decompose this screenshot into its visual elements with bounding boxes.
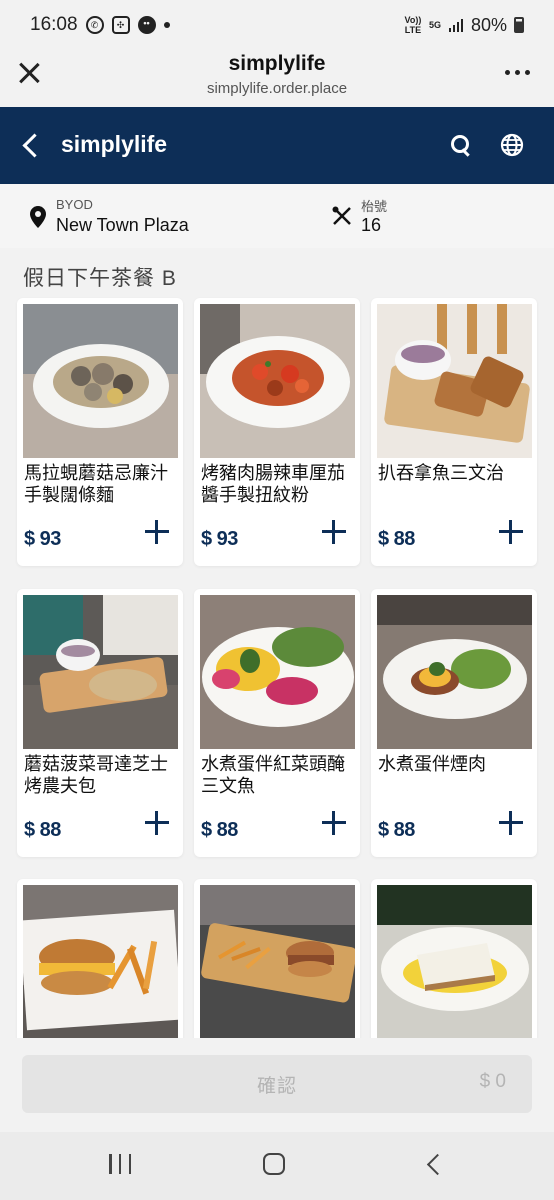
status-bar: 16:08 ✆ ✣ •• Vo)) LTE 5G 80% <box>0 0 554 50</box>
browser-title: simplylife <box>228 52 326 75</box>
item-price: $ 88 <box>378 819 415 841</box>
table-number: 16 <box>361 215 382 235</box>
food-image <box>200 595 355 749</box>
item-name: 扒吞拿魚三文治 <box>378 463 504 483</box>
menu-item-card[interactable]: 水煮蛋伴紅菜頭醃三文魚 $ 88 <box>194 589 360 857</box>
store-name: New Town Plaza <box>56 215 189 235</box>
browser-url: simplylife.order.place <box>206 80 348 97</box>
battery-percent: 80% <box>470 14 507 35</box>
item-price: $ 93 <box>24 528 61 550</box>
section-title: 假日下午茶餐 B <box>23 267 177 290</box>
menu-item-card[interactable]: 扒吞拿魚三文治 $ 88 <box>371 298 537 566</box>
confirm-label: 確認 <box>256 1076 297 1097</box>
back-icon[interactable] <box>20 131 44 159</box>
plus-icon[interactable] <box>499 811 523 835</box>
menu-item-card[interactable]: 蘑菇菠菜哥達芝士烤農夫包 $ 88 <box>17 589 183 857</box>
item-price: $ 88 <box>201 819 238 841</box>
food-image <box>200 304 355 458</box>
menu-item-card[interactable] <box>17 879 183 1038</box>
menu-item-card[interactable]: 烤豬肉腸辣車厘茄醬手製扭紋粉 $ 93 <box>194 298 360 566</box>
food-image <box>377 304 532 458</box>
cutlery-icon <box>332 206 351 225</box>
confirm-area: 確認 $ 0 <box>0 1038 554 1132</box>
menu-content: 假日下午茶餐 B 馬拉蜆蘑菇忌廉汁手製闊條麵 $ 93 烤豬肉腸辣車厘茄醬手製扭… <box>0 248 554 1038</box>
item-name: 水煮蛋伴煙肉 <box>378 754 486 774</box>
plus-icon[interactable] <box>499 520 523 544</box>
more-icon[interactable] <box>505 70 530 75</box>
network-indicator: 5G <box>428 20 441 30</box>
app-header: simplylife <box>0 107 554 184</box>
food-image <box>377 595 532 749</box>
item-name: 馬拉蜆蘑菇忌廉汁手製闊條麵 <box>24 463 168 505</box>
volte-indicator: Vo)) LTE <box>404 15 422 35</box>
item-price: $ 88 <box>24 819 61 841</box>
item-price: $ 93 <box>201 528 238 550</box>
globe-icon[interactable] <box>500 133 524 157</box>
menu-item-card[interactable]: 馬拉蜆蘑菇忌廉汁手製闊條麵 $ 93 <box>17 298 183 566</box>
item-price: $ 88 <box>378 528 415 550</box>
status-time: 16:08 <box>30 14 78 35</box>
menu-item-card[interactable] <box>194 879 360 1038</box>
signal-icon <box>448 19 463 32</box>
menu-item-card[interactable]: 水煮蛋伴煙肉 $ 88 <box>371 589 537 857</box>
item-name: 蘑菇菠菜哥達芝士烤農夫包 <box>24 754 168 796</box>
browser-bar: simplylife simplylife.order.place <box>0 50 554 107</box>
plus-icon[interactable] <box>322 811 346 835</box>
app-name: simplylife <box>61 131 168 157</box>
food-image <box>377 885 532 1038</box>
order-total: $ 0 <box>479 1071 506 1092</box>
food-image <box>23 595 178 749</box>
home-icon[interactable] <box>263 1153 285 1175</box>
order-info-bar: BYOD New Town Plaza 枱號 16 <box>0 184 554 248</box>
confirm-button[interactable]: 確認 $ 0 <box>22 1055 532 1113</box>
search-icon[interactable] <box>450 134 472 156</box>
battery-icon <box>514 17 524 33</box>
item-name: 水煮蛋伴紅菜頭醃三文魚 <box>201 754 345 796</box>
recent-apps-icon[interactable] <box>109 1154 131 1174</box>
food-image <box>23 304 178 458</box>
food-image <box>200 885 355 1038</box>
location-pin-icon <box>30 206 46 228</box>
notification-dot-icon <box>163 22 170 28</box>
item-name: 烤豬肉腸辣車厘茄醬手製扭紋粉 <box>201 463 345 505</box>
system-nav-bar <box>0 1132 554 1200</box>
plus-icon[interactable] <box>322 520 346 544</box>
order-mode: BYOD <box>56 197 93 212</box>
back-nav-icon[interactable] <box>425 1154 445 1174</box>
table-label: 枱號 <box>361 199 388 214</box>
food-image <box>23 885 178 1038</box>
wechat-icon: •• <box>137 16 156 34</box>
menu-item-card[interactable] <box>371 879 537 1038</box>
app-icon: ✣ <box>111 16 130 34</box>
whatsapp-icon: ✆ <box>85 16 104 34</box>
plus-icon[interactable] <box>145 811 169 835</box>
plus-icon[interactable] <box>145 520 169 544</box>
